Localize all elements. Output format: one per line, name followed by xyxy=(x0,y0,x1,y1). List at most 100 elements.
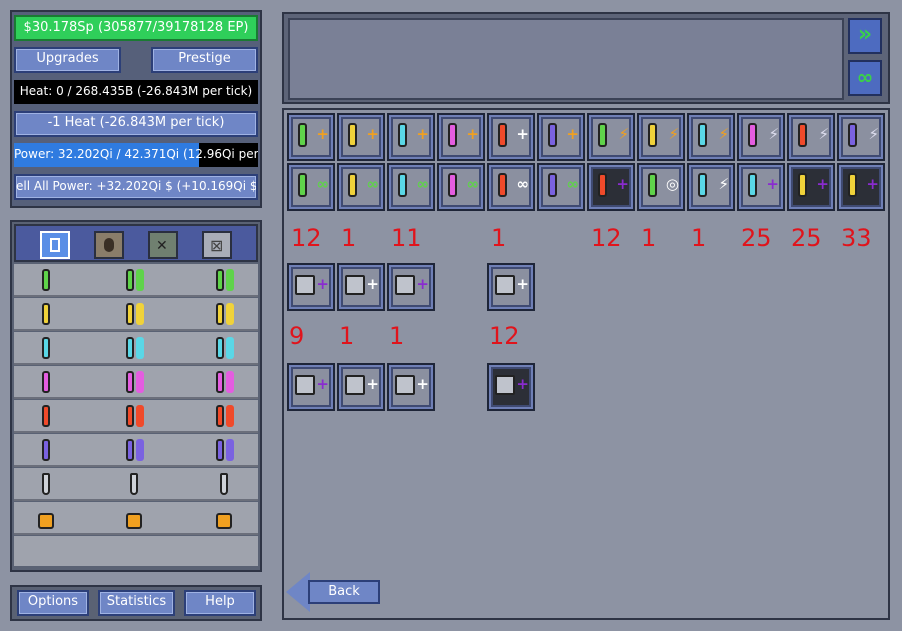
part-slot[interactable] xyxy=(36,403,54,429)
part-slot[interactable] xyxy=(36,471,54,497)
upgrade-symbol-icon: + xyxy=(816,175,829,193)
cell-icon xyxy=(216,303,224,325)
cell-icon xyxy=(748,173,757,197)
upgrade-count: 1 xyxy=(389,322,405,350)
upgrade-button[interactable]: + xyxy=(787,163,835,211)
upgrade-button[interactable]: + xyxy=(587,163,635,211)
back-button[interactable]: Back xyxy=(286,572,382,612)
upgrade-button[interactable]: + xyxy=(337,263,385,311)
part-slot[interactable] xyxy=(36,335,54,361)
upgrade-button[interactable]: ⚡ xyxy=(787,113,835,161)
part-slot[interactable] xyxy=(214,403,232,429)
cell-icon xyxy=(498,173,507,197)
upgrade-button[interactable]: + xyxy=(287,113,335,161)
part-slot[interactable] xyxy=(124,369,142,395)
part-slot[interactable] xyxy=(36,505,54,531)
upgrade-button[interactable]: ∞ xyxy=(287,163,335,211)
upgrade-button[interactable]: ⚡ xyxy=(687,163,735,211)
upgrade-button[interactable]: ∞ xyxy=(387,163,435,211)
part-slot[interactable] xyxy=(214,301,232,327)
part-slot[interactable] xyxy=(214,335,232,361)
tab-cells[interactable] xyxy=(40,231,70,259)
cell-icon xyxy=(598,123,607,147)
part-slot[interactable] xyxy=(36,301,54,327)
upgrade-symbol-icon: ∞ xyxy=(516,175,530,193)
cell-icon xyxy=(42,269,50,291)
part-slot[interactable] xyxy=(36,267,54,293)
cell-icon xyxy=(548,123,557,147)
part-slot[interactable] xyxy=(36,369,54,395)
part-slot[interactable] xyxy=(124,335,142,361)
tab-reflectors[interactable] xyxy=(94,231,124,259)
cell-icon xyxy=(798,123,807,147)
upgrade-button[interactable]: + xyxy=(337,363,385,411)
part-slot[interactable] xyxy=(124,437,142,463)
upgrade-button[interactable]: + xyxy=(537,113,585,161)
help-button[interactable]: Help xyxy=(184,590,256,616)
part-slot[interactable] xyxy=(214,437,232,463)
upgrade-button[interactable]: ∞ xyxy=(337,163,385,211)
cell-icon xyxy=(126,371,134,393)
upgrade-button[interactable]: + xyxy=(487,363,535,411)
part-slot[interactable] xyxy=(124,505,142,531)
upgrade-button[interactable]: ∞ xyxy=(537,163,585,211)
upgrade-button[interactable]: ⚡ xyxy=(737,113,785,161)
upgrade-symbol-icon: ⚡ xyxy=(618,125,629,143)
component-icon xyxy=(295,275,315,295)
upgrade-button[interactable]: + xyxy=(487,113,535,161)
upgrade-symbol-icon: ∞ xyxy=(566,175,580,193)
upgrade-button[interactable]: ◎ xyxy=(637,163,685,211)
upgrade-button[interactable]: + xyxy=(437,113,485,161)
part-slot[interactable] xyxy=(214,267,232,293)
statistics-button[interactable]: Statistics xyxy=(98,590,175,616)
cell-icon xyxy=(298,173,307,197)
back-label: Back xyxy=(308,580,380,604)
upgrade-button[interactable]: + xyxy=(487,263,535,311)
upgrade-button[interactable]: + xyxy=(737,163,785,211)
upgrade-count: 12 xyxy=(291,224,322,252)
upgrade-button[interactable]: + xyxy=(387,113,435,161)
upgrade-symbol-icon: + xyxy=(516,275,529,293)
upgrade-button[interactable]: + xyxy=(387,363,435,411)
upgrade-button[interactable]: + xyxy=(337,113,385,161)
part-slot[interactable] xyxy=(124,471,142,497)
upgrade-button[interactable]: + xyxy=(287,263,335,311)
cell-icon xyxy=(216,405,224,427)
tab-vents[interactable]: ✕ xyxy=(148,231,178,259)
part-slot[interactable] xyxy=(214,471,232,497)
upgrades-button[interactable]: Upgrades xyxy=(14,47,121,73)
tab-misc[interactable]: ⊠ xyxy=(202,231,232,259)
infinite-icon[interactable]: ∞ xyxy=(848,60,882,96)
upgrade-symbol-icon: + xyxy=(316,125,329,143)
part-slot[interactable] xyxy=(36,437,54,463)
upgrade-button[interactable]: ⚡ xyxy=(687,113,735,161)
upgrade-count: 1 xyxy=(491,224,507,252)
upgrade-button[interactable]: ∞ xyxy=(437,163,485,211)
cell-icon xyxy=(42,337,50,359)
upgrade-symbol-icon: + xyxy=(366,275,379,293)
upgrade-symbol-icon: + xyxy=(366,375,379,393)
fast-forward-icon[interactable]: » xyxy=(848,18,882,54)
upgrade-button[interactable]: ⚡ xyxy=(587,113,635,161)
cell-icon xyxy=(548,173,557,197)
part-slot[interactable] xyxy=(214,505,232,531)
upgrade-button[interactable]: ⚡ xyxy=(837,113,885,161)
upgrade-symbol-icon: + xyxy=(516,125,529,143)
upgrade-button[interactable]: + xyxy=(837,163,885,211)
part-slot[interactable] xyxy=(124,301,142,327)
prestige-button[interactable]: Prestige xyxy=(151,47,258,73)
vent-heat-button[interactable]: -1 Heat (-26.843M per tick) xyxy=(14,111,258,137)
options-button[interactable]: Options xyxy=(17,590,89,616)
part-slot[interactable] xyxy=(124,267,142,293)
parts-row xyxy=(14,502,258,535)
upgrade-button[interactable]: + xyxy=(387,263,435,311)
upgrade-button[interactable]: + xyxy=(287,363,335,411)
upgrade-count: 9 xyxy=(289,322,305,350)
upgrade-button[interactable]: ⚡ xyxy=(637,113,685,161)
power-bar: Power: 32.202Qi / 42.371Qi (12.96Qi per … xyxy=(14,143,258,167)
part-slot[interactable] xyxy=(214,369,232,395)
part-slot[interactable] xyxy=(124,403,142,429)
sell-power-button[interactable]: ell All Power: +32.202Qi $ (+10.169Qi $ … xyxy=(14,174,258,200)
upgrade-button[interactable]: ∞ xyxy=(487,163,535,211)
cell-icon xyxy=(698,123,707,147)
